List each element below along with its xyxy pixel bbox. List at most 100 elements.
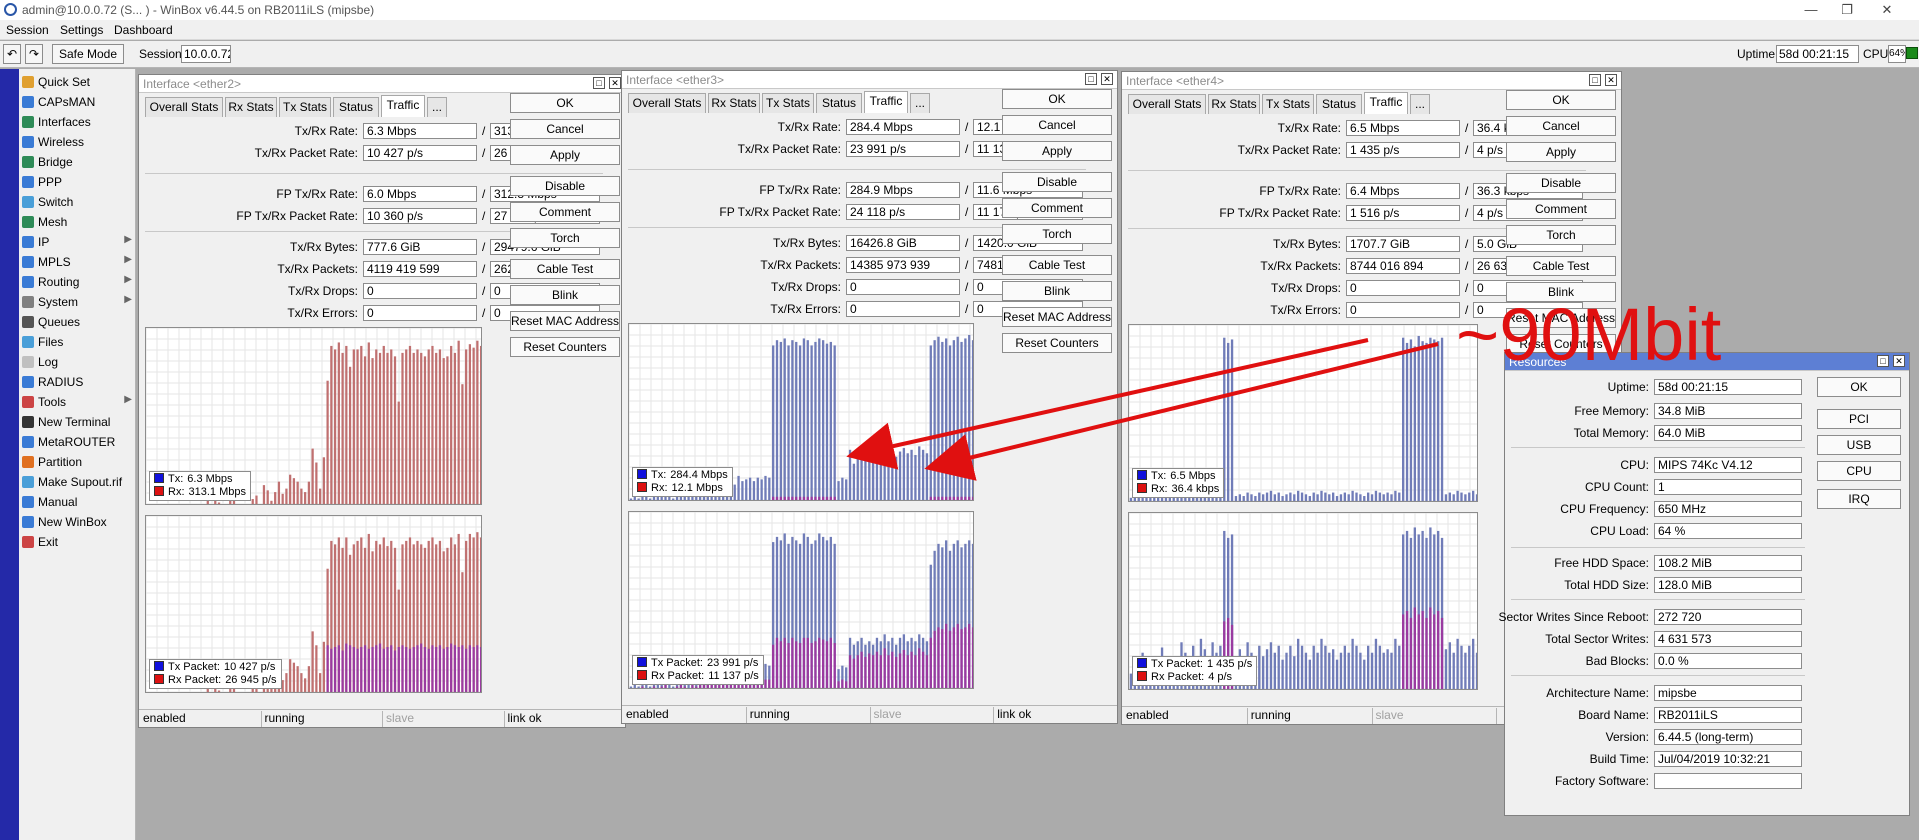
redo-button[interactable]: ↷: [25, 44, 43, 64]
tab-overall-stats[interactable]: Overall Stats: [145, 97, 223, 117]
tab-tx-stats[interactable]: Tx Stats: [762, 93, 814, 113]
field-tx-packets[interactable]: 8744 016 894: [1346, 258, 1460, 274]
sidebar-item-bridge[interactable]: Bridge: [19, 154, 136, 170]
field-fp-tx-packet-rate[interactable]: 10 360 p/s: [363, 208, 477, 224]
resources-field-cpu-frequency[interactable]: 650 MHz: [1654, 501, 1802, 517]
resources-field-free-memory[interactable]: 34.8 MiB: [1654, 403, 1802, 419]
window-minimize-icon[interactable]: □: [593, 77, 605, 89]
disable-button[interactable]: Disable: [1506, 173, 1616, 193]
sidebar-item-files[interactable]: Files: [19, 334, 136, 350]
tab-traffic[interactable]: Traffic: [1364, 92, 1408, 114]
field-tx-rate[interactable]: 6.3 Mbps: [363, 123, 477, 139]
resources-cpu-button[interactable]: CPU: [1817, 461, 1901, 481]
resources-field-architecture-name[interactable]: mipsbe: [1654, 685, 1802, 701]
sidebar-item-metarouter[interactable]: MetaROUTER: [19, 434, 136, 450]
field-tx-packet-rate[interactable]: 10 427 p/s: [363, 145, 477, 161]
field-tx-packet-rate[interactable]: 1 435 p/s: [1346, 142, 1460, 158]
field-tx-bytes[interactable]: 1707.7 GiB: [1346, 236, 1460, 252]
resources-field-board-name[interactable]: RB2011iLS: [1654, 707, 1802, 723]
field-tx-errors[interactable]: 0: [363, 305, 477, 321]
blink-button[interactable]: Blink: [1002, 281, 1112, 301]
resources-minimize-icon[interactable]: □: [1877, 355, 1889, 367]
sidebar-item-tools[interactable]: Tools ▶: [19, 394, 136, 410]
tab-rx-stats[interactable]: Rx Stats: [708, 93, 760, 113]
resources-field-bad-blocks[interactable]: 0.0 %: [1654, 653, 1802, 669]
resources-field-uptime[interactable]: 58d 00:21:15: [1654, 379, 1802, 395]
interface-window-title-bar[interactable]: Interface <ether3> □ ✕: [622, 71, 1117, 89]
tab-rx-stats[interactable]: Rx Stats: [1208, 94, 1260, 114]
field-tx-drops[interactable]: 0: [1346, 280, 1460, 296]
reset-mac-address-button[interactable]: Reset MAC Address: [1002, 307, 1112, 327]
field-fp-tx-packet-rate[interactable]: 24 118 p/s: [846, 204, 960, 220]
cancel-button[interactable]: Cancel: [1506, 116, 1616, 136]
undo-button[interactable]: ↶: [3, 44, 21, 64]
tab-overall-stats[interactable]: Overall Stats: [1128, 94, 1206, 114]
apply-button[interactable]: Apply: [1506, 142, 1616, 162]
torch-button[interactable]: Torch: [510, 228, 620, 248]
sidebar-item-switch[interactable]: Switch: [19, 194, 136, 210]
field-tx-rate[interactable]: 284.4 Mbps: [846, 119, 960, 135]
sidebar-item-queues[interactable]: Queues: [19, 314, 136, 330]
tab-more[interactable]: ...: [1410, 94, 1430, 114]
field-tx-packet-rate[interactable]: 23 991 p/s: [846, 141, 960, 157]
sidebar-item-radius[interactable]: RADIUS: [19, 374, 136, 390]
resources-close-icon[interactable]: ✕: [1893, 355, 1905, 367]
field-tx-errors[interactable]: 0: [1346, 302, 1460, 318]
sidebar-item-mpls[interactable]: MPLS ▶: [19, 254, 136, 270]
torch-button[interactable]: Torch: [1002, 224, 1112, 244]
resources-usb-button[interactable]: USB: [1817, 435, 1901, 455]
ok-button[interactable]: OK: [1002, 89, 1112, 109]
sidebar-item-quick-set[interactable]: Quick Set: [19, 74, 136, 90]
sidebar-item-wireless[interactable]: Wireless: [19, 134, 136, 150]
comment-button[interactable]: Comment: [1002, 198, 1112, 218]
tab-more[interactable]: ...: [427, 97, 447, 117]
close-button[interactable]: ✕: [1876, 1, 1898, 19]
resources-field-cpu[interactable]: MIPS 74Kc V4.12: [1654, 457, 1802, 473]
safe-mode-button[interactable]: Safe Mode: [52, 44, 124, 64]
tab-traffic[interactable]: Traffic: [864, 91, 908, 113]
window-close-icon[interactable]: ✕: [609, 77, 621, 89]
tab-overall-stats[interactable]: Overall Stats: [628, 93, 706, 113]
resources-field-total-memory[interactable]: 64.0 MiB: [1654, 425, 1802, 441]
blink-button[interactable]: Blink: [510, 285, 620, 305]
cancel-button[interactable]: Cancel: [510, 119, 620, 139]
disable-button[interactable]: Disable: [510, 176, 620, 196]
tab-traffic[interactable]: Traffic: [381, 95, 425, 117]
cable-test-button[interactable]: Cable Test: [1002, 255, 1112, 275]
sidebar-item-new-terminal[interactable]: New Terminal: [19, 414, 136, 430]
menu-session[interactable]: Session: [6, 23, 49, 37]
sidebar-item-system[interactable]: System ▶: [19, 294, 136, 310]
reset-counters-button[interactable]: Reset Counters: [510, 337, 620, 357]
field-tx-drops[interactable]: 0: [363, 283, 477, 299]
reset-mac-address-button[interactable]: Reset MAC Address: [510, 311, 620, 331]
tab-status[interactable]: Status: [333, 97, 379, 117]
sidebar-item-exit[interactable]: Exit: [19, 534, 136, 550]
resources-field-factory-software[interactable]: [1654, 773, 1802, 789]
resources-field-total-sector-writes[interactable]: 4 631 573: [1654, 631, 1802, 647]
window-minimize-icon[interactable]: □: [1589, 74, 1601, 86]
resources-field-version[interactable]: 6.44.5 (long-term): [1654, 729, 1802, 745]
ok-button[interactable]: OK: [1506, 90, 1616, 110]
interface-window-title-bar[interactable]: Interface <ether2> □ ✕: [139, 75, 625, 93]
tab-status[interactable]: Status: [816, 93, 862, 113]
sidebar-item-capsman[interactable]: CAPsMAN: [19, 94, 136, 110]
sidebar-item-new-winbox[interactable]: New WinBox: [19, 514, 136, 530]
disable-button[interactable]: Disable: [1002, 172, 1112, 192]
menu-settings[interactable]: Settings: [60, 23, 103, 37]
sidebar-item-log[interactable]: Log: [19, 354, 136, 370]
sidebar-item-interfaces[interactable]: Interfaces: [19, 114, 136, 130]
interface-window-title-bar[interactable]: Interface <ether4> □ ✕: [1122, 72, 1621, 90]
field-tx-rate[interactable]: 6.5 Mbps: [1346, 120, 1460, 136]
field-fp-tx-rate[interactable]: 284.9 Mbps: [846, 182, 960, 198]
resources-field-cpu-load[interactable]: 64 %: [1654, 523, 1802, 539]
sidebar-item-mesh[interactable]: Mesh: [19, 214, 136, 230]
sidebar-item-partition[interactable]: Partition: [19, 454, 136, 470]
resources-field-sector-writes-since-reboot[interactable]: 272 720: [1654, 609, 1802, 625]
field-tx-drops[interactable]: 0: [846, 279, 960, 295]
resources-field-build-time[interactable]: Jul/04/2019 10:32:21: [1654, 751, 1802, 767]
field-tx-packets[interactable]: 14385 973 939: [846, 257, 960, 273]
cancel-button[interactable]: Cancel: [1002, 115, 1112, 135]
cable-test-button[interactable]: Cable Test: [1506, 256, 1616, 276]
field-fp-tx-rate[interactable]: 6.4 Mbps: [1346, 183, 1460, 199]
tab-tx-stats[interactable]: Tx Stats: [279, 97, 331, 117]
